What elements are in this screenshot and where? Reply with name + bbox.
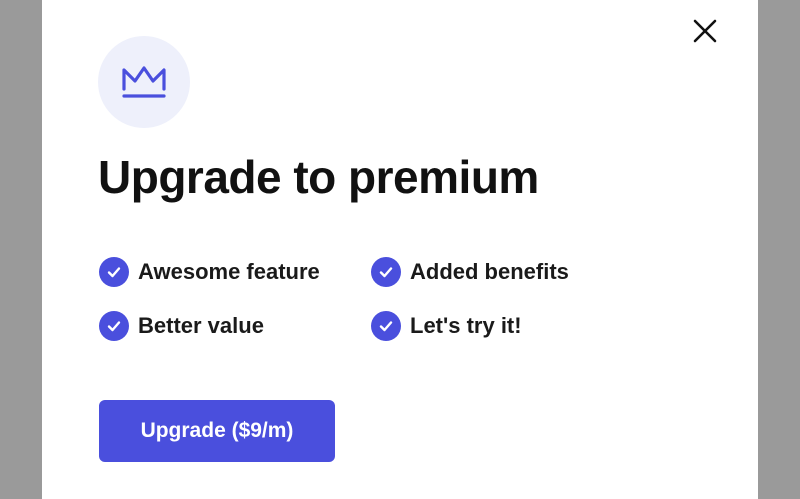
feature-item: Let's try it! [371, 310, 643, 342]
close-button[interactable] [690, 16, 720, 46]
crown-badge [98, 36, 190, 128]
feature-item: Better value [99, 310, 371, 342]
feature-item: Added benefits [371, 256, 643, 288]
check-circle-icon [99, 311, 129, 341]
upgrade-modal: Upgrade to premium Awesome feature Added… [42, 0, 758, 499]
close-icon [693, 19, 717, 43]
feature-list: Awesome feature Added benefits Better va… [99, 256, 659, 342]
feature-label: Let's try it! [410, 313, 522, 338]
crown-icon [122, 66, 166, 98]
feature-label: Better value [138, 313, 264, 338]
upgrade-button[interactable]: Upgrade ($9/m) [99, 400, 335, 462]
feature-label: Added benefits [410, 259, 569, 284]
feature-item: Awesome feature [99, 256, 371, 288]
modal-title: Upgrade to premium [98, 151, 539, 203]
check-circle-icon [371, 311, 401, 341]
check-circle-icon [99, 257, 129, 287]
feature-label: Awesome feature [138, 259, 320, 284]
check-circle-icon [371, 257, 401, 287]
